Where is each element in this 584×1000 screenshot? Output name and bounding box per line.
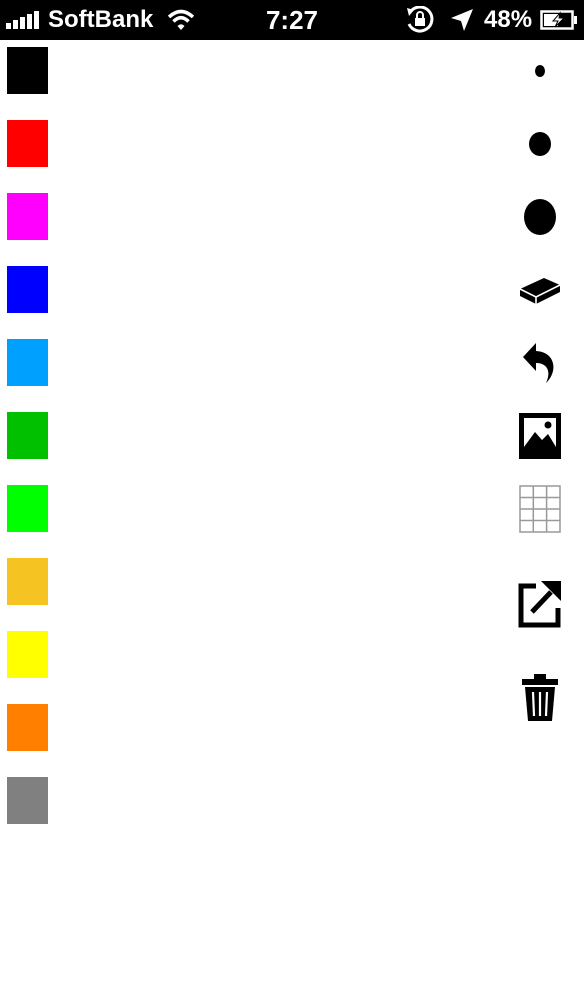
- undo-button[interactable]: [510, 333, 570, 393]
- color-swatch-blue[interactable]: [7, 266, 48, 313]
- color-swatch-sky-blue[interactable]: [7, 339, 48, 386]
- drawing-app-screen: SoftBank 7:27 48%: [0, 0, 584, 1000]
- status-bar: SoftBank 7:27 48%: [0, 0, 584, 40]
- image-button[interactable]: [510, 406, 570, 466]
- trash-icon: [522, 674, 558, 721]
- drawing-canvas[interactable]: [0, 40, 584, 1000]
- eraser-icon: [519, 278, 561, 304]
- brush-size-large-button[interactable]: [510, 187, 570, 247]
- color-swatch-gray[interactable]: [7, 777, 48, 824]
- brush-size-medium-icon: [529, 132, 551, 156]
- battery-charging-icon: [540, 10, 577, 30]
- share-icon: [518, 581, 561, 628]
- battery-percent: 48%: [484, 6, 533, 33]
- color-swatch-orange[interactable]: [7, 704, 48, 751]
- eraser-button[interactable]: [510, 260, 570, 320]
- brush-size-large-icon: [524, 199, 556, 235]
- share-button[interactable]: [510, 574, 570, 634]
- color-swatch-lime[interactable]: [7, 485, 48, 532]
- location-arrow-icon: [451, 9, 473, 31]
- brush-size-small-icon: [535, 65, 545, 77]
- brush-size-medium-button[interactable]: [510, 114, 570, 174]
- rotation-lock-icon: [407, 6, 434, 33]
- color-swatch-green[interactable]: [7, 412, 48, 459]
- color-swatch-black[interactable]: [7, 47, 48, 94]
- trash-button[interactable]: [510, 668, 570, 728]
- brush-size-small-button[interactable]: [510, 41, 570, 101]
- grid-button[interactable]: [510, 479, 570, 539]
- color-swatch-red[interactable]: [7, 120, 48, 167]
- color-swatch-yellow[interactable]: [7, 631, 48, 678]
- image-icon: [519, 413, 561, 459]
- grid-icon: [519, 485, 561, 533]
- color-swatch-gold[interactable]: [7, 558, 48, 605]
- color-swatch-magenta[interactable]: [7, 193, 48, 240]
- undo-icon: [523, 343, 554, 383]
